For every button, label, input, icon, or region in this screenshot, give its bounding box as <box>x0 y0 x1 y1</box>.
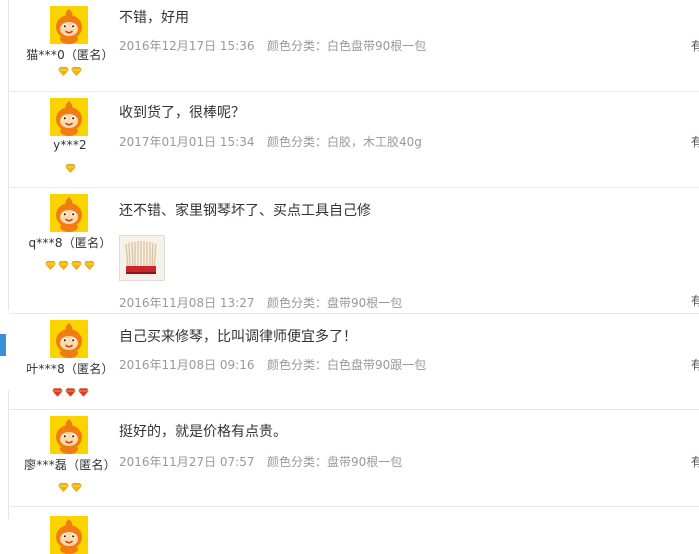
review-item: 廖***磊（匿名） 挺好的，就是价格有点贵。 2016年11月27日 07:57… <box>10 410 699 507</box>
level-diamond-icon <box>71 483 82 492</box>
left-rail-tab[interactable] <box>0 334 6 356</box>
reviewer-nickname[interactable]: y***2 <box>20 138 120 152</box>
level-diamond-icon <box>77 388 89 397</box>
avatar[interactable] <box>50 516 88 554</box>
review-date: 2016年11月08日 09:16 <box>119 358 255 372</box>
review-action-edge[interactable]: 有 <box>691 133 699 150</box>
felt-strips-image <box>120 236 164 280</box>
review-item: 叶***8（匿名） 自己买来修琴，比叫调律师便宜多了！ 2016年11月08日 … <box>10 314 699 410</box>
reviewer-nickname[interactable]: q***8（匿名） <box>20 234 120 251</box>
review-text: 不错，好用 <box>119 10 189 26</box>
level-diamond-icon <box>64 164 76 173</box>
avatar[interactable] <box>50 416 88 454</box>
review-text: 自己买来修琴，比叫调律师便宜多了！ <box>119 329 357 345</box>
review-action-edge[interactable]: 有 <box>691 37 699 54</box>
avatar[interactable] <box>50 194 88 232</box>
avatar[interactable] <box>50 6 88 44</box>
review-item: y***2 收到货了，很棒呢？ 2017年01月01日 15:34 颜色分类：白胶… <box>10 92 699 188</box>
level-diamond-icon <box>58 67 69 76</box>
avatar[interactable] <box>50 320 88 358</box>
reviewer-level <box>20 164 120 173</box>
left-rail <box>0 0 9 519</box>
review-meta: 2016年11月08日 13:27 颜色分类：盘带90根一包 <box>119 294 402 311</box>
review-meta: 2016年12月17日 15:36 颜色分类：白色盘带90根一包 <box>119 37 426 54</box>
review-sku: 颜色分类：白色盘带90根一包 <box>267 39 427 53</box>
level-diamond-icon <box>58 261 69 270</box>
review-item: 猫***0（匿名） 不错，好用 2016年12月17日 15:36 颜色分类：白色… <box>10 0 699 92</box>
review-photo-thumbnail[interactable] <box>119 235 165 281</box>
reviewer-nickname[interactable]: 猫***0（匿名） <box>20 46 120 63</box>
review-sku: 颜色分类：白胶，木工胶40g <box>267 135 422 149</box>
review-sku: 颜色分类：白色盘带90跟一包 <box>267 358 427 372</box>
level-diamond-icon <box>58 483 69 492</box>
level-diamond-icon <box>51 388 63 397</box>
left-rail-border-lower <box>8 390 9 519</box>
level-diamond-icon <box>64 388 76 397</box>
review-date: 2016年11月08日 13:27 <box>119 296 255 310</box>
left-rail-border <box>8 0 9 310</box>
review-action-edge[interactable]: 有 <box>691 453 699 470</box>
review-text: 挺好的，就是价格有点贵。 <box>119 424 287 440</box>
reviewer-level <box>20 483 120 492</box>
review-sku: 颜色分类：盘带90根一包 <box>267 296 403 310</box>
level-diamond-icon <box>84 261 95 270</box>
review-date: 2017年01月01日 15:34 <box>119 135 255 149</box>
review-action-edge[interactable]: 有 <box>691 356 699 373</box>
level-diamond-icon <box>45 261 56 270</box>
reviewer-level <box>20 261 120 270</box>
review-text: 还不错、家里钢琴坏了、买点工具自己修 <box>119 203 371 219</box>
review-text: 收到货了，很棒呢？ <box>119 105 245 121</box>
review-sku: 颜色分类：盘带90根一包 <box>267 455 403 469</box>
reviewer-nickname[interactable]: 叶***8（匿名） <box>20 360 120 377</box>
review-item: q***8（匿名） 还不错、家里钢琴坏了、买点工具自己修 2016年11月08日… <box>10 188 699 314</box>
level-diamond-icon <box>71 67 82 76</box>
reviewer-level <box>20 67 120 76</box>
review-date: 2016年11月27日 07:57 <box>119 455 255 469</box>
avatar[interactable] <box>50 98 88 136</box>
review-meta: 2017年01月01日 15:34 颜色分类：白胶，木工胶40g <box>119 133 422 150</box>
reviewer-level <box>20 388 120 397</box>
reviewer-nickname[interactable]: 廖***磊（匿名） <box>20 456 120 473</box>
review-item-partial <box>10 507 699 554</box>
review-meta: 2016年11月08日 09:16 颜色分类：白色盘带90跟一包 <box>119 356 426 373</box>
review-action-edge[interactable]: 有 <box>691 292 699 309</box>
review-date: 2016年12月17日 15:36 <box>119 39 255 53</box>
level-diamond-icon <box>71 261 82 270</box>
review-meta: 2016年11月27日 07:57 颜色分类：盘带90根一包 <box>119 453 402 470</box>
